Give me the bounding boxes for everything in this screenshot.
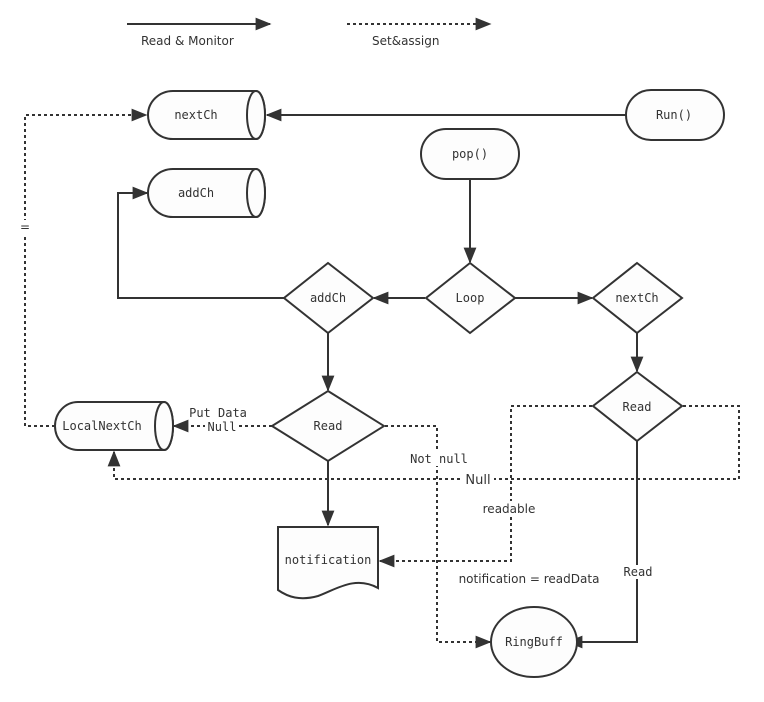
node-read-right-label: Read: [623, 400, 652, 414]
node-loop-decision[interactable]: Loop: [424, 261, 517, 335]
label-read-vertical: Read: [624, 565, 653, 579]
node-nextch-decision[interactable]: nextCh: [591, 261, 684, 335]
node-read-left-decision[interactable]: Read: [270, 389, 386, 463]
edge-local-to-nextch: [24, 108, 148, 427]
node-addch-decision-label: addCh: [310, 291, 346, 305]
node-ringbuff[interactable]: RingBuff: [490, 606, 578, 678]
node-read-left-label: Read: [314, 419, 343, 433]
node-addch-store-label: addCh: [178, 186, 214, 200]
node-ringbuff-label: RingBuff: [505, 635, 563, 649]
legend-solid-label: Read & Monitor: [141, 34, 234, 48]
node-nextch-store[interactable]: nextCh: [147, 90, 266, 140]
node-nextch-store-label: nextCh: [174, 108, 217, 122]
node-local-nextch-label: LocalNextCh: [62, 419, 141, 433]
legend: Read & Monitor Set&assign: [127, 17, 492, 48]
node-addch-store[interactable]: addCh: [147, 168, 266, 218]
legend-dotted-label: Set&assign: [372, 34, 439, 48]
flowchart-canvas: Read & Monitor Set&assign nextCh addCh R: [18, 17, 740, 678]
node-addch-decision[interactable]: addCh: [282, 261, 375, 335]
node-loop-decision-label: Loop: [456, 291, 485, 305]
label-readable: readable: [483, 502, 536, 516]
node-read-right-decision[interactable]: Read: [591, 370, 684, 443]
label-null-left: Null: [208, 420, 237, 434]
node-pop[interactable]: pop(): [420, 128, 520, 180]
edge-read-to-ringbuff: [566, 441, 638, 649]
node-notification-document[interactable]: notification: [277, 526, 379, 600]
node-notification-label: notification: [285, 553, 372, 567]
node-pop-label: pop(): [452, 147, 488, 161]
label-null-mid: Null: [465, 473, 490, 488]
node-local-nextch-store[interactable]: LocalNextCh: [54, 401, 174, 451]
node-nextch-decision-label: nextCh: [615, 291, 658, 305]
label-put-data: Put Data: [189, 406, 247, 420]
label-notification-assign: notification = readData: [459, 572, 600, 586]
node-run-label: Run(): [656, 108, 692, 122]
node-run[interactable]: Run(): [625, 89, 725, 141]
label-equals: =: [20, 220, 30, 234]
label-not-null: Not null: [410, 452, 468, 466]
